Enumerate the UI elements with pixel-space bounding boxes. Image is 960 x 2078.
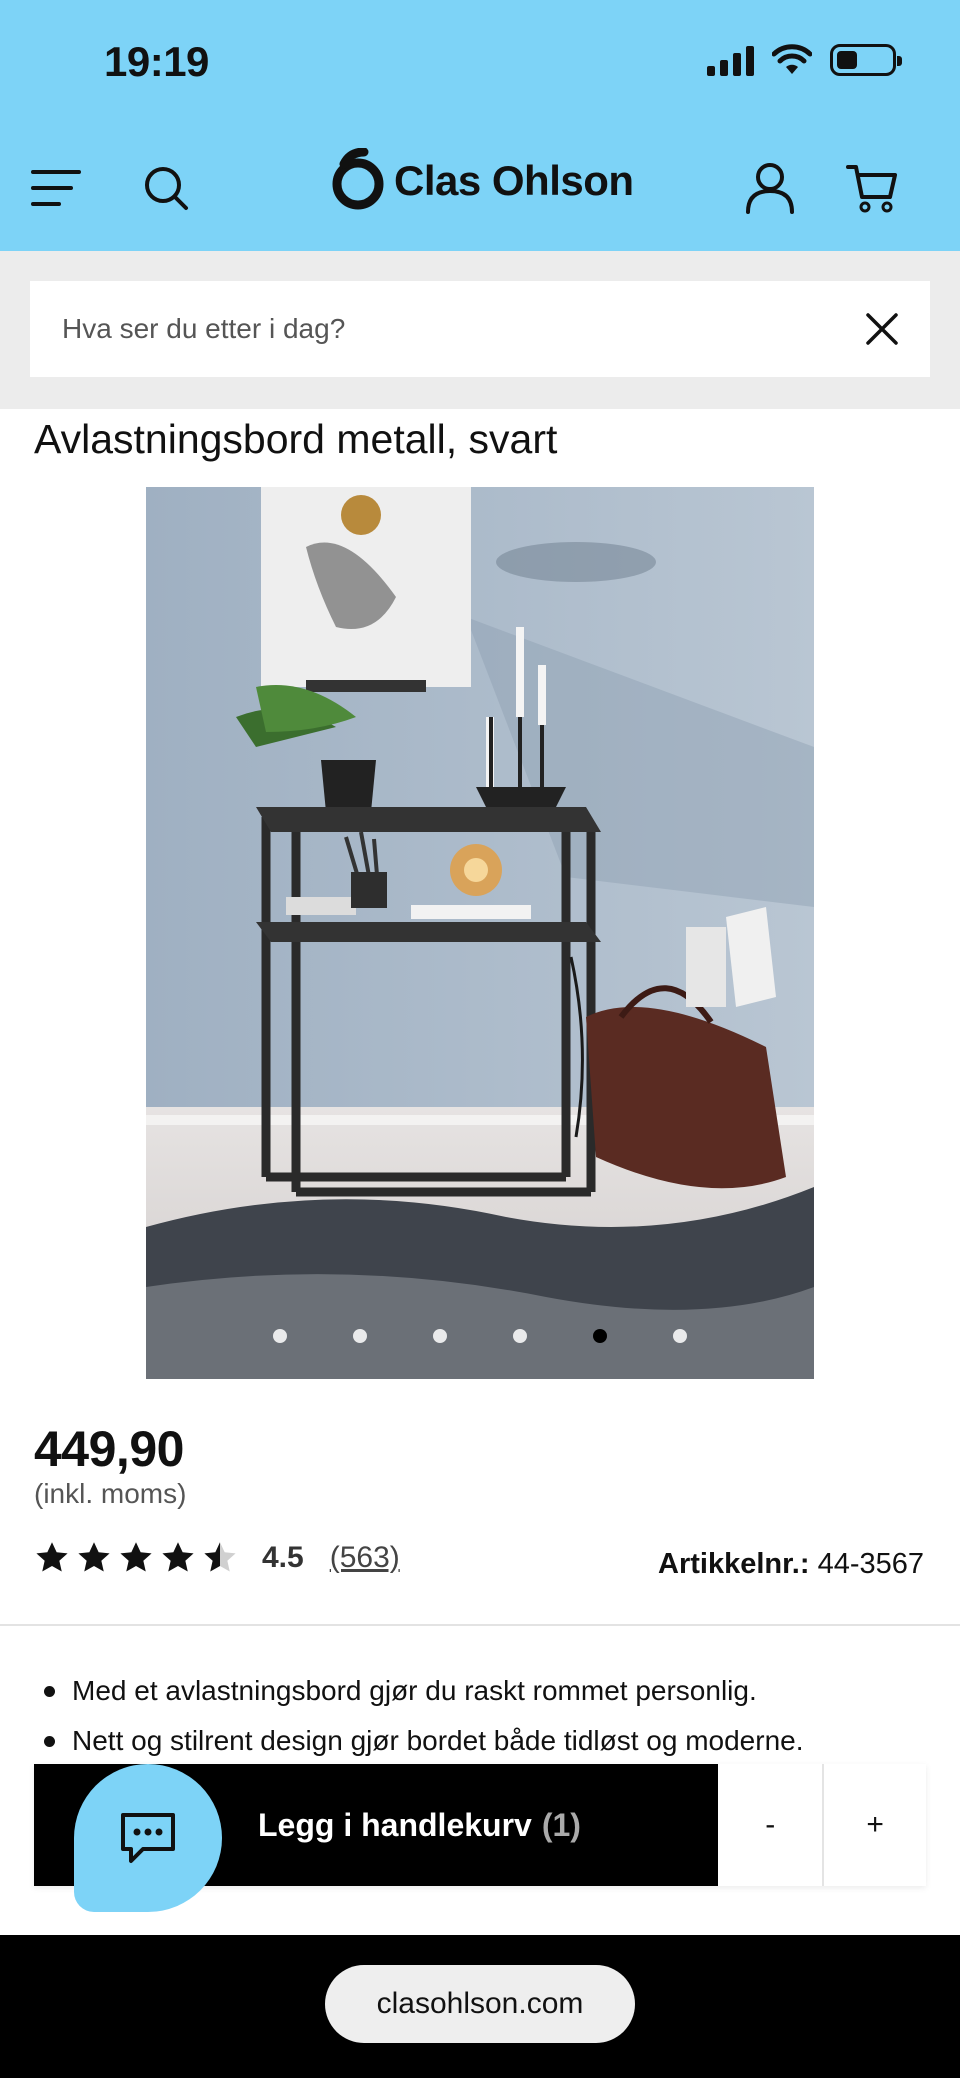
article-number-value: 44-3567 [817, 1548, 924, 1580]
vat-note: (inkl. moms) [34, 1478, 187, 1509]
article-number-label: Artikkelnr.: [658, 1548, 810, 1580]
chat-icon [121, 1813, 175, 1863]
star-half-icon [204, 1542, 236, 1572]
star-full-icon [36, 1542, 68, 1572]
reviews-link[interactable]: (563) [330, 1541, 400, 1575]
cart-icon[interactable] [844, 160, 900, 216]
cart-quantity: (1) [541, 1806, 581, 1843]
product-price: 449,90 [34, 1421, 184, 1477]
carousel-dot[interactable] [513, 1329, 527, 1343]
star-full-icon [162, 1542, 194, 1572]
search-icon[interactable] [138, 160, 194, 216]
increase-quantity-button[interactable]: + [822, 1764, 926, 1886]
status-bar: 19:19 [0, 0, 960, 120]
clear-search-button[interactable] [862, 309, 902, 349]
carousel-dot-active[interactable] [593, 1329, 607, 1343]
app-header: Clas Ohlson [0, 120, 960, 251]
carousel-dot[interactable] [353, 1329, 367, 1343]
carousel-indicator [146, 1329, 814, 1343]
close-icon [866, 313, 898, 345]
url-bar[interactable]: clasohlson.com [325, 1965, 635, 2043]
star-full-icon [120, 1542, 152, 1572]
wifi-icon [772, 44, 812, 74]
product-image[interactable] [146, 487, 814, 1379]
decrease-quantity-button[interactable]: - [718, 1764, 823, 1886]
product-rating: 4.5 (563) [34, 1540, 400, 1576]
search-input[interactable] [62, 281, 842, 377]
logo-mark-icon [332, 148, 384, 210]
browser-bar: clasohlson.com [0, 1935, 960, 2078]
search-section [0, 251, 960, 409]
battery-icon [830, 44, 902, 76]
status-icons [707, 44, 902, 76]
cellular-signal-icon [707, 44, 754, 76]
product-photo [146, 487, 814, 1379]
divider [0, 1624, 960, 1626]
rating-value: 4.5 [262, 1541, 304, 1574]
product-highlights: Med et avlastningsbord gjør du raskt rom… [40, 1666, 804, 1766]
user-icon[interactable] [742, 160, 798, 216]
highlight-item: Med et avlastningsbord gjør du raskt rom… [40, 1666, 804, 1716]
highlight-item: Nett og stilrent design gjør bordet både… [40, 1716, 804, 1766]
carousel-dot[interactable] [673, 1329, 687, 1343]
brand-logo[interactable]: Clas Ohlson [330, 148, 634, 214]
article-number: Artikkelnr.: 44-3567 [658, 1548, 924, 1581]
menu-icon[interactable] [28, 160, 84, 216]
search-box [30, 281, 930, 377]
status-time: 19:19 [104, 38, 209, 85]
carousel-dot[interactable] [273, 1329, 287, 1343]
add-to-cart-label: Legg i handlekurv [258, 1806, 532, 1843]
star-full-icon [78, 1542, 110, 1572]
chat-button[interactable] [74, 1764, 222, 1912]
brand-name: Clas Ohlson [394, 157, 634, 204]
carousel-dot[interactable] [433, 1329, 447, 1343]
product-title: Avlastningsbord metall, svart [34, 416, 558, 462]
